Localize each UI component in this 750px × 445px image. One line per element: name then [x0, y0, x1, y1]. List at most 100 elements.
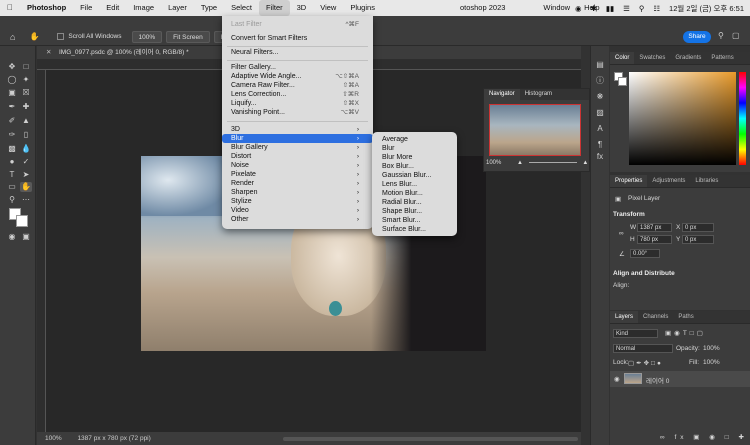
- menu-item-lens-correction[interactable]: Lens Correction... ⇧⌘R: [231, 90, 367, 99]
- submenu-item-lens-blur[interactable]: Lens Blur...: [382, 180, 417, 189]
- close-icon[interactable]: ✕: [46, 46, 51, 59]
- menu-item-distort[interactable]: Distort ›: [231, 152, 367, 161]
- home-icon[interactable]: ⌂: [10, 32, 15, 42]
- menu-item-filter-gallery[interactable]: Filter Gallery...: [231, 63, 367, 72]
- layer-row[interactable]: ◉ 레이어 0: [610, 371, 750, 387]
- more-tools-icon[interactable]: ⋯: [20, 195, 32, 205]
- battery-icon[interactable]: ▮▮: [606, 4, 614, 13]
- tab-gradients[interactable]: Gradients: [670, 52, 706, 64]
- tab-histogram[interactable]: Histogram: [520, 89, 557, 100]
- layer-filter-kind[interactable]: Kind: [613, 329, 658, 338]
- clock[interactable]: 12월 2일 (금) 오후 6:51: [669, 3, 744, 14]
- color-picker-field[interactable]: [629, 72, 736, 165]
- brush-tool-icon[interactable]: ✐: [6, 116, 18, 126]
- brush-settings-icon[interactable]: ▨: [594, 108, 606, 118]
- menu-plugins[interactable]: Plugins: [343, 0, 382, 16]
- search-icon[interactable]: ⚲: [639, 4, 645, 13]
- scroll-all-checkbox[interactable]: [57, 33, 65, 40]
- app-menu[interactable]: Photoshop: [20, 0, 73, 16]
- tab-layers[interactable]: Layers: [610, 311, 639, 323]
- menu-item-blur[interactable]: Blur ›: [231, 134, 367, 143]
- navigator-zoom-slider[interactable]: [528, 161, 577, 163]
- history-icon[interactable]: ▤: [594, 60, 606, 70]
- tab-paths[interactable]: Paths: [673, 311, 698, 323]
- x-field[interactable]: 0 px: [682, 223, 714, 232]
- menu-item-neural-filters[interactable]: Neural Filters...: [231, 48, 367, 57]
- background-color-swatch[interactable]: [16, 215, 28, 227]
- paragraph-icon[interactable]: ¶: [594, 140, 606, 150]
- submenu-item-average[interactable]: Average: [382, 135, 408, 144]
- fill-value[interactable]: 100%: [703, 359, 720, 366]
- blur-tool-icon[interactable]: 💧: [20, 144, 32, 154]
- search-icon[interactable]: ⚲: [718, 31, 724, 40]
- submenu-item-surface-blur[interactable]: Surface Blur...: [382, 225, 426, 234]
- menu-item-noise[interactable]: Noise ›: [231, 161, 367, 170]
- menu-item-vanishing-point[interactable]: Vanishing Point... ⌥⌘V: [231, 108, 367, 117]
- tab-patterns[interactable]: Patterns: [706, 52, 738, 64]
- control-center-icon[interactable]: ☷: [653, 4, 660, 13]
- zoom-in-icon[interactable]: ▲: [582, 160, 588, 166]
- menu-filter[interactable]: Filter: [258, 0, 290, 16]
- menu-item-convert-smart-filters[interactable]: Convert for Smart Filters: [231, 34, 367, 43]
- artboard-tool-icon[interactable]: □: [20, 62, 32, 72]
- menu-item-stylize[interactable]: Stylize ›: [231, 197, 367, 206]
- menu-window[interactable]: Window: [536, 0, 577, 16]
- info-icon[interactable]: ⓘ: [594, 76, 606, 86]
- status-zoom[interactable]: 100%: [45, 435, 62, 442]
- layer-actions-icons[interactable]: ∞ fx ▣ ◉ □ ✚ ⌫: [660, 433, 750, 441]
- path-selection-icon[interactable]: ➤: [20, 170, 32, 180]
- rectangle-tool-icon[interactable]: ▭: [6, 182, 18, 192]
- lasso-tool-icon[interactable]: ◯: [6, 75, 18, 85]
- visibility-eye-icon[interactable]: ◉: [614, 375, 620, 383]
- workspace-icon[interactable]: ▢: [732, 31, 740, 40]
- submenu-item-motion-blur[interactable]: Motion Blur...: [382, 189, 423, 198]
- angle-field[interactable]: 0.00°: [630, 249, 660, 258]
- frame-tool-icon[interactable]: ☒: [20, 88, 32, 98]
- zoom-100-button[interactable]: 100%: [131, 30, 163, 43]
- menu-item-render[interactable]: Render ›: [231, 179, 367, 188]
- zoom-out-icon[interactable]: ▲: [517, 160, 523, 166]
- horizontal-scrollbar[interactable]: [283, 437, 578, 441]
- wifi-icon[interactable]: ☰: [623, 4, 630, 13]
- gradient-tool-icon[interactable]: ▩: [6, 144, 18, 154]
- menu-item-sharpen[interactable]: Sharpen ›: [231, 188, 367, 197]
- menu-item-other[interactable]: Other ›: [231, 215, 367, 224]
- apple-icon[interactable]: : [0, 0, 20, 16]
- menu-item-video[interactable]: Video ›: [231, 206, 367, 215]
- menu-select[interactable]: Select: [224, 0, 259, 16]
- navigator-zoom[interactable]: 100%: [486, 160, 501, 166]
- lock-icons[interactable]: ▢✒✥□●: [628, 359, 663, 367]
- zoom-tool-icon[interactable]: ⚲: [6, 195, 18, 205]
- menu-item-3d[interactable]: 3D ›: [231, 125, 367, 134]
- submenu-item-blur-more[interactable]: Blur More: [382, 153, 412, 162]
- link-icon[interactable]: ∞: [619, 230, 624, 237]
- tab-color[interactable]: Color: [610, 52, 635, 64]
- tab-adjustments[interactable]: Adjustments: [647, 175, 690, 187]
- submenu-item-radial-blur[interactable]: Radial Blur...: [382, 198, 422, 207]
- menu-3d[interactable]: 3D: [290, 0, 314, 16]
- character-icon[interactable]: A: [594, 124, 606, 134]
- submenu-item-smart-blur[interactable]: Smart Blur...: [382, 216, 421, 225]
- menu-layer[interactable]: Layer: [161, 0, 194, 16]
- magic-wand-icon[interactable]: ✦: [20, 75, 32, 85]
- type-tool-icon[interactable]: T: [6, 170, 18, 180]
- tab-navigator[interactable]: Navigator: [484, 89, 520, 100]
- share-button[interactable]: Share: [683, 31, 711, 43]
- fit-screen-button[interactable]: Fit Screen: [166, 30, 210, 43]
- tab-swatches[interactable]: Swatches: [634, 52, 670, 64]
- tab-channels[interactable]: Channels: [638, 311, 673, 323]
- submenu-item-shape-blur[interactable]: Shape Blur...: [382, 207, 422, 216]
- menu-item-adaptive-wide-angle[interactable]: Adaptive Wide Angle... ⌥⇧⌘A: [231, 72, 367, 81]
- menu-type[interactable]: Type: [194, 0, 224, 16]
- opacity-value[interactable]: 100%: [703, 345, 720, 352]
- layer-filter-icons[interactable]: ▣◉T□▢: [665, 329, 706, 337]
- menu-edit[interactable]: Edit: [99, 0, 126, 16]
- menu-item-blur-gallery[interactable]: Blur Gallery ›: [231, 143, 367, 152]
- glyphs-icon[interactable]: fx: [594, 152, 606, 162]
- y-field[interactable]: 0 px: [682, 235, 714, 244]
- move-tool-icon[interactable]: ✥: [6, 62, 18, 72]
- crop-tool-icon[interactable]: ▣: [6, 88, 18, 98]
- height-field[interactable]: 780 px: [637, 235, 672, 244]
- menu-view[interactable]: View: [313, 0, 343, 16]
- navigator-thumbnail[interactable]: [489, 104, 581, 156]
